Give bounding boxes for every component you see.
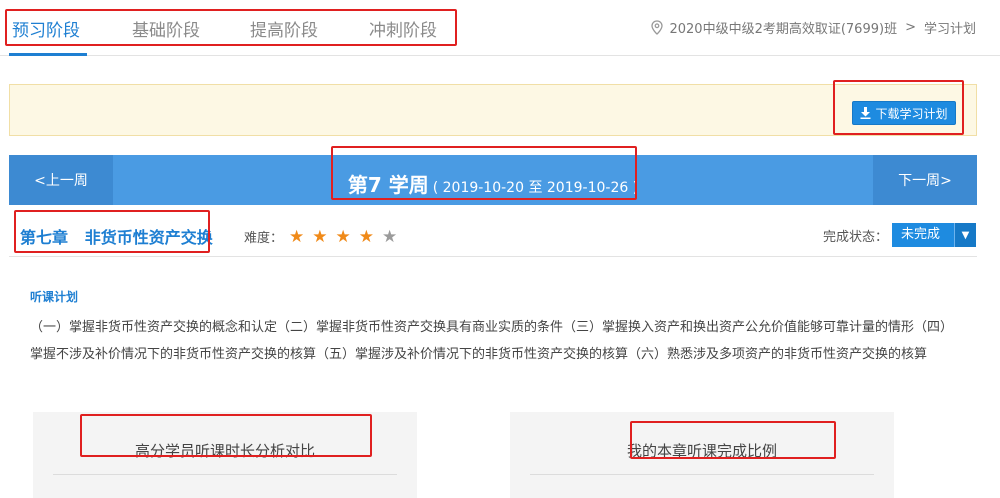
download-plan-button[interactable]: 下载学习计划 <box>852 101 956 125</box>
active-tab-indicator <box>9 53 87 56</box>
download-icon <box>860 107 871 119</box>
breadcrumb: 2020中级中级2考期高效取证(7699)班 > 学习计划 <box>651 18 976 37</box>
star-icon: ★ <box>312 226 328 247</box>
tab-sprint[interactable]: 冲刺阶段 <box>369 16 437 41</box>
status-select[interactable]: 未完成 <box>891 223 954 247</box>
week-title: 第7 学周( 2019-10-20 至 2019-10-26 ) <box>9 169 977 198</box>
caret-down-icon[interactable]: ▼ <box>954 223 976 247</box>
breadcrumb-current: 学习计划 <box>923 22 976 37</box>
star-icon: ★ <box>335 226 351 247</box>
plan-heading: 听课计划 <box>30 290 79 304</box>
status-label: 完成状态： <box>822 229 888 245</box>
difficulty-label: 难度： <box>244 231 284 246</box>
download-plan-label: 下载学习计划 <box>875 106 948 121</box>
difficulty-stars: ★ ★ ★ ★ ★ <box>289 226 398 247</box>
difficulty-rating: 难度： ★ ★ ★ ★ ★ <box>244 227 397 246</box>
star-icon: ★ <box>289 226 305 247</box>
week-date-range: ( 2019-10-20 至 2019-10-26 ) <box>432 180 639 196</box>
chapter-title[interactable]: 第七章 非货币性资产交换 <box>20 224 213 248</box>
notice-bar <box>9 84 977 136</box>
tab-basic[interactable]: 基础阶段 <box>132 16 200 41</box>
plan-text: （一）掌握非货币性资产交换的概念和认定（二）掌握非货币性资产交换具有商业实质的条… <box>30 320 954 362</box>
tab-preview[interactable]: 预习阶段 <box>12 16 80 41</box>
star-icon: ★ <box>382 226 398 247</box>
location-pin-icon <box>651 20 664 35</box>
tab-advanced[interactable]: 提高阶段 <box>250 16 318 41</box>
breadcrumb-separator: > <box>905 20 916 35</box>
next-week-button[interactable]: 下一周> <box>873 155 977 205</box>
top-students-analysis-panel: 高分学员听课时长分析对比 <box>33 412 417 498</box>
my-completion-panel: 我的本章听课完成比例 <box>510 412 894 498</box>
star-icon: ★ <box>358 226 375 247</box>
panel-divider <box>53 474 397 475</box>
my-completion-title: 我的本章听课完成比例 <box>626 442 777 460</box>
divider <box>9 256 977 257</box>
top-students-analysis-title: 高分学员听课时长分析对比 <box>134 442 315 460</box>
week-number: 第7 学周 <box>347 173 429 197</box>
completion-status: 完成状态： 未完成 ▼ <box>823 223 976 247</box>
panel-divider <box>530 474 874 475</box>
breadcrumb-class[interactable]: 2020中级中级2考期高效取证(7699)班 <box>669 18 897 37</box>
week-navigation: <上一周 第7 学周( 2019-10-20 至 2019-10-26 ) 下一… <box>9 155 977 205</box>
